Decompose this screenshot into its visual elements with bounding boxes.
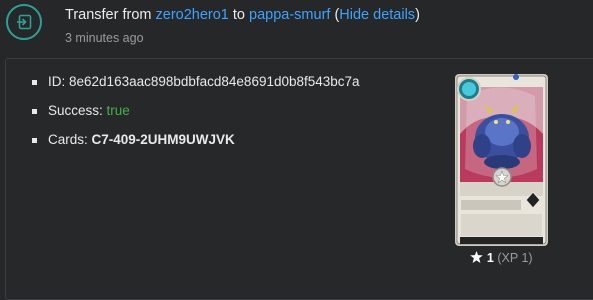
- hide-details-link[interactable]: Hide details: [339, 7, 415, 23]
- id-value: 8e62d163aac898bdbfacd84e8691d0b8f543bc7a: [69, 74, 360, 89]
- card-xp: (XP 1): [497, 251, 533, 265]
- detail-cards: Cards: C7-409-2UHM9UWJVK: [32, 131, 360, 160]
- transfer-in-icon: [6, 4, 42, 40]
- success-value: true: [106, 103, 130, 118]
- card-level-caption: 1 (XP 1): [455, 251, 548, 265]
- to-user-link[interactable]: pappa-smurf: [249, 7, 330, 23]
- details-list: ID: 8e62d163aac898bdbfacd84e8691d0b8f543…: [32, 73, 360, 160]
- paren-open: (: [330, 7, 340, 23]
- transfer-header: Transfer from zero2hero1 to pappa-smurf …: [0, 0, 593, 58]
- success-label: Success:: [48, 103, 107, 118]
- star-icon: [470, 251, 486, 265]
- detail-id: ID: 8e62d163aac898bdbfacd84e8691d0b8f543…: [32, 73, 360, 102]
- cards-label: Cards:: [48, 132, 92, 147]
- card-level: 1: [486, 251, 494, 265]
- title-prefix: Transfer from: [65, 7, 156, 23]
- title-middle: to: [228, 7, 250, 23]
- id-label: ID:: [48, 74, 70, 89]
- timestamp: 3 minutes ago: [65, 31, 144, 45]
- from-user-link[interactable]: zero2hero1: [156, 7, 229, 23]
- transfer-title: Transfer from zero2hero1 to pappa-smurf …: [65, 7, 420, 23]
- cards-value: C7-409-2UHM9UWJVK: [91, 132, 235, 147]
- card-image[interactable]: [455, 74, 548, 246]
- detail-success: Success: true: [32, 102, 360, 131]
- paren-close: ): [415, 7, 420, 23]
